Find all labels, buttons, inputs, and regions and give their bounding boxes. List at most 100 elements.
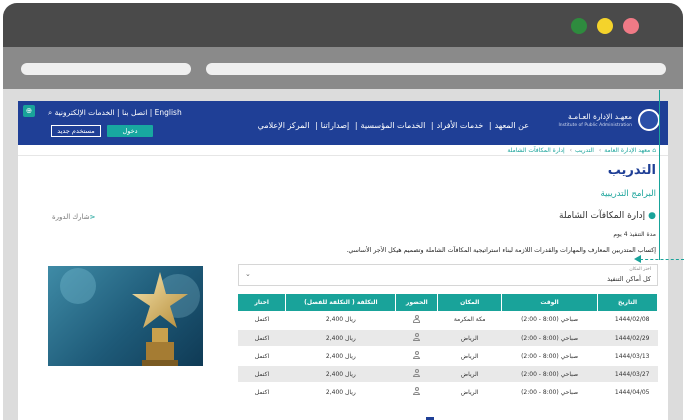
annotation-arrow-icon [634, 255, 641, 263]
share-icon[interactable]: ⋖ [90, 213, 96, 221]
row-attendance [395, 383, 438, 402]
location-select[interactable]: اختر المكان كل أماكن التنفيذ ⌄ [238, 264, 658, 286]
course-description: إكساب المتدربين المعارف والمهارات والقدر… [346, 247, 656, 254]
row-place: الرياض [437, 347, 502, 366]
table-row: اكتمل 2,400 ريال مكة المكرمة صباحي (8:00… [238, 311, 658, 330]
link-contact[interactable]: اتصل بنا [122, 108, 147, 117]
col-time: الوقت [501, 294, 598, 311]
person-icon [413, 314, 421, 323]
login-button[interactable]: دخول [107, 125, 153, 137]
row-attendance [395, 329, 438, 348]
browser-window: معهـد الإدارة العـامـة Institute of Publ… [3, 3, 683, 420]
row-date: 1444/02/29 [597, 329, 658, 348]
row-time: صباحي (8:00 - 2:00) [501, 365, 598, 384]
globe-icon[interactable]: ⊕ [23, 105, 35, 117]
person-icon [413, 351, 421, 359]
row-place: مكة المكرمة [437, 311, 502, 330]
chevron-down-icon[interactable]: ⌄ [245, 270, 251, 278]
row-time: صباحي (8:00 - 2:00) [501, 329, 598, 348]
page-title: التدريب [607, 163, 656, 178]
screenshot: معهـد الإدارة العـامـة Institute of Publ… [0, 0, 686, 420]
search-icon[interactable]: ⌕ [48, 108, 52, 117]
bullet-icon: ● [648, 211, 656, 221]
row-attendance [395, 311, 438, 330]
col-choose: اختار [238, 294, 287, 311]
row-place: الرياض [437, 329, 502, 348]
row-time: صباحي (8:00 - 2:00) [501, 383, 598, 402]
person-icon [413, 369, 421, 377]
schedule-table: اختار التكلفة ( التكلفة للفصل) الحضور ال… [238, 294, 658, 402]
row-action[interactable]: اكتمل [238, 347, 286, 366]
link-english[interactable]: English [155, 108, 182, 117]
col-cost: التكلفة ( التكلفة للفصل) [285, 294, 397, 311]
browser-titlebar [3, 3, 683, 47]
row-cost: 2,400 ريال [285, 311, 396, 330]
table-row: اكتمل 2,400 ريال الرياض صباحي (8:00 - 2:… [238, 365, 658, 384]
col-attendance: الحضور [395, 294, 439, 311]
browser-toolbar [3, 47, 683, 89]
site-header: معهـد الإدارة العـامـة Institute of Publ… [18, 101, 668, 145]
divider [18, 155, 668, 156]
org-subtitle: Institute of Public Administration [558, 123, 632, 128]
share-course[interactable]: ⋖شارك الدورة [52, 213, 99, 221]
tab-pill[interactable] [21, 63, 191, 75]
course-name: إدارة المكافآت الشاملة [559, 211, 646, 221]
col-place: المكان [437, 294, 503, 311]
person-icon [413, 387, 421, 395]
row-cost: 2,400 ريال [285, 365, 396, 384]
row-time: صباحي (8:00 - 2:00) [501, 347, 598, 366]
trophy-illustration [60, 268, 200, 366]
row-date: 1444/02/08 [597, 311, 658, 330]
annotation-line [659, 90, 660, 260]
row-time: صباحي (8:00 - 2:00) [501, 311, 598, 330]
main-nav: عن المعهد| خدمات الأفراد| الخدمات المؤسس… [257, 121, 529, 130]
table-row: اكتمل 2,400 ريال الرياض صباحي (8:00 - 2:… [238, 347, 658, 366]
table-header-row: اختار التكلفة ( التكلفة للفصل) الحضور ال… [238, 294, 658, 311]
top-links: English | اتصل بنا | الخدمات الإلكترونية… [48, 108, 182, 117]
col-date: التاريخ [597, 294, 658, 311]
person-icon [413, 333, 421, 341]
page-subtitle: البرامج التدريبية [600, 189, 656, 199]
crumb-current: إدارة المكافآت الشاملة [507, 147, 565, 154]
trophy-image [48, 266, 203, 366]
nav-individuals[interactable]: خدمات الأفراد [437, 121, 484, 130]
nav-publications[interactable]: إصداراتنا [321, 121, 350, 130]
minimize-dot[interactable] [597, 18, 613, 34]
maximize-dot[interactable] [571, 18, 587, 34]
new-user-button[interactable]: مستخدم جديد [51, 125, 101, 137]
annotation-dashed-line [640, 259, 684, 260]
share-label[interactable]: شارك الدورة [52, 213, 90, 221]
row-place: الرياض [437, 383, 502, 402]
row-place: الرياض [437, 365, 502, 384]
row-cost: 2,400 ريال [285, 347, 396, 366]
org-name: معهـد الإدارة العـامـة [567, 112, 632, 121]
row-date: 1444/03/27 [597, 365, 658, 384]
row-date: 1444/03/13 [597, 347, 658, 366]
crumb-home[interactable]: معهد الإدارة العامة [604, 147, 650, 154]
table-row: اكتمل 2,400 ريال الرياض صباحي (8:00 - 2:… [238, 329, 658, 348]
close-dot[interactable] [623, 18, 639, 34]
row-attendance [395, 347, 438, 366]
crumb-home-icon[interactable]: ⌂ [652, 147, 656, 154]
row-cost: 2,400 ريال [285, 383, 396, 402]
address-bar[interactable] [206, 63, 666, 75]
table-row: اكتمل 2,400 ريال الرياض صباحي (8:00 - 2:… [238, 383, 658, 402]
breadcrumb: ⌂ معهد الإدارة العامة› التدريب› إدارة ال… [507, 147, 656, 154]
row-date: 1444/04/05 [597, 383, 658, 402]
location-select-value[interactable]: كل أماكن التنفيذ [607, 275, 651, 283]
row-cost: 2,400 ريال [285, 329, 396, 348]
crumb-training[interactable]: التدريب [575, 147, 594, 154]
nav-about[interactable]: عن المعهد [495, 121, 529, 130]
row-action[interactable]: اكتمل [238, 329, 286, 348]
nav-corporate[interactable]: الخدمات المؤسسية [361, 121, 426, 130]
course-title: ●إدارة المكافآت الشاملة [559, 211, 656, 221]
nav-media[interactable]: المركز الإعلامي [258, 121, 310, 130]
link-eservices[interactable]: الخدمات الإلكترونية [55, 108, 115, 117]
ipa-logo-icon[interactable] [638, 109, 660, 131]
row-action[interactable]: اكتمل [238, 383, 286, 402]
row-attendance [395, 365, 438, 384]
web-page: معهـد الإدارة العـامـة Institute of Publ… [18, 101, 668, 420]
row-action[interactable]: اكتمل [238, 365, 286, 384]
row-action[interactable]: اكتمل [238, 311, 286, 330]
location-select-label: اختر المكان [629, 267, 651, 272]
